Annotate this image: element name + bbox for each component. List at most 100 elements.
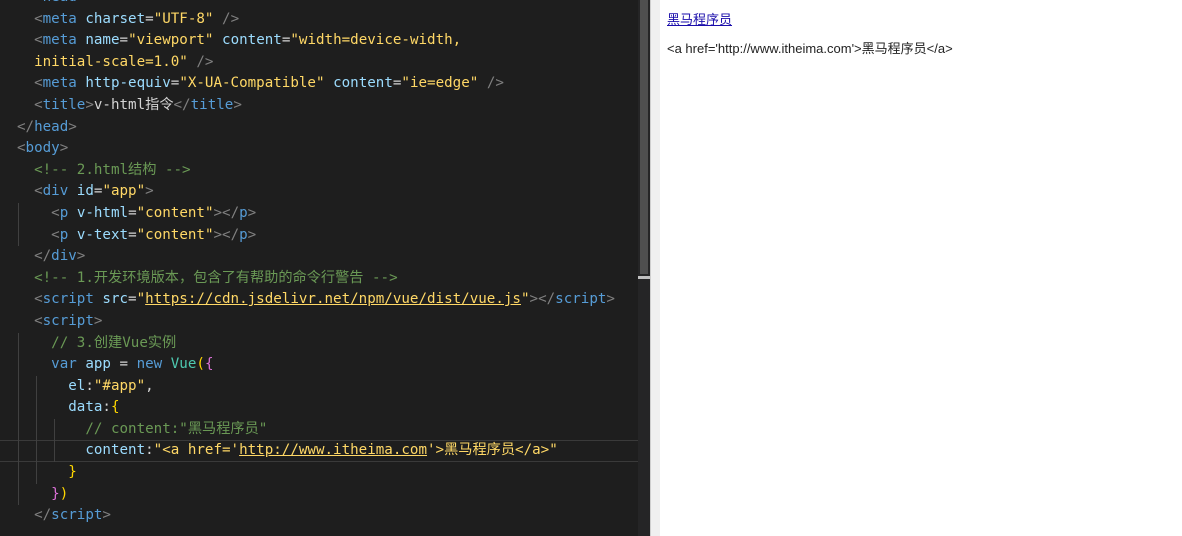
code-token: el — [17, 377, 86, 394]
code-token: src — [102, 291, 129, 308]
code-line[interactable]: <div id="app"> — [0, 181, 650, 203]
code-token: script — [42, 291, 94, 308]
code-line-content: <meta http-equiv="X-UA-Compatible" conte… — [0, 75, 504, 91]
code-token: > — [85, 96, 94, 113]
code-token: } — [17, 464, 77, 481]
code-token: , — [145, 377, 154, 394]
code-token: p — [59, 204, 69, 221]
code-line-content: <p v-html="content"></p> — [0, 205, 256, 221]
code-token: p — [239, 226, 248, 243]
code-line[interactable]: <title>v-html指令</title> — [0, 95, 650, 117]
code-token: content — [17, 442, 146, 459]
code-token: < — [17, 96, 43, 113]
code-token: < — [17, 32, 43, 49]
code-token: > — [247, 204, 257, 221]
code-line[interactable]: content:"<a href='http://www.itheima.com… — [0, 440, 650, 463]
code-token: > — [145, 183, 154, 200]
code-line[interactable]: </head> — [0, 117, 650, 139]
code-line-content: var app = new Vue({ — [0, 356, 213, 372]
code-token: script — [555, 291, 607, 308]
code-token: ></ — [213, 204, 240, 221]
code-token: '>黑马程序员</a>" — [427, 442, 558, 459]
code-token: title — [42, 96, 86, 113]
code-line-content: }) — [0, 486, 68, 502]
code-token: < — [17, 10, 43, 27]
code-token: script — [42, 312, 94, 329]
code-line[interactable]: <head> — [0, 0, 650, 9]
rendered-link[interactable]: 黑马程序员 — [667, 9, 732, 28]
code-line[interactable]: } — [0, 462, 650, 484]
code-line-content: } — [0, 464, 77, 480]
code-token: // 3.创建Vue实例 — [17, 334, 177, 351]
code-line[interactable]: var app = new Vue({ — [0, 354, 650, 376]
code-token: title — [190, 96, 234, 113]
code-token: Vue — [170, 356, 197, 373]
code-token: content — [333, 75, 393, 92]
code-line[interactable]: <!-- 2.html结构 --> — [0, 160, 650, 182]
split-view: <head> <meta charset="UTF-8" /> <meta na… — [0, 0, 1182, 536]
code-line[interactable]: <p v-html="content"></p> — [0, 202, 650, 225]
code-token: http://www.itheima.com — [239, 442, 428, 459]
code-token: "ie=edge" — [401, 75, 479, 92]
code-token: = — [128, 226, 137, 243]
code-token: div — [42, 183, 69, 200]
code-line[interactable]: initial-scale=1.0" /> — [0, 52, 650, 74]
code-lines[interactable]: <head> <meta charset="UTF-8" /> <meta na… — [0, 0, 650, 527]
code-line[interactable]: <!-- 1.开发环境版本，包含了有帮助的命令行警告 --> — [0, 268, 650, 290]
code-token: "width=device-width, — [290, 32, 462, 49]
code-line-content: el:"#app", — [0, 377, 154, 394]
code-editor[interactable]: <head> <meta charset="UTF-8" /> <meta na… — [0, 0, 650, 536]
code-token: <!-- 1.开发环境版本，包含了有帮助的命令行警告 --> — [17, 269, 398, 286]
code-token: "content" — [136, 226, 214, 243]
code-token: <!-- 2.html结构 --> — [17, 161, 191, 178]
code-line-content: <head> — [0, 0, 85, 5]
code-token: div — [51, 248, 77, 265]
code-line-content: <body> — [0, 140, 68, 156]
code-line[interactable]: el:"#app", — [0, 375, 650, 398]
code-token: ></ — [213, 226, 240, 243]
code-line[interactable]: <meta charset="UTF-8" /> — [0, 9, 650, 31]
pane-divider[interactable] — [650, 0, 660, 536]
code-line[interactable]: </script> — [0, 505, 650, 527]
code-token: > — [59, 140, 69, 157]
code-token: < — [17, 140, 26, 157]
code-token: > — [247, 226, 257, 243]
code-token: = — [110, 356, 137, 373]
code-line[interactable]: </div> — [0, 246, 650, 268]
code-token: ></ — [529, 291, 556, 308]
editor-scrollbar[interactable] — [638, 0, 650, 536]
code-token: > — [77, 0, 86, 5]
code-token: " — [520, 291, 530, 308]
code-token: < — [17, 312, 43, 329]
code-line[interactable]: <script> — [0, 311, 650, 333]
code-line[interactable]: <meta name="viewport" content="width=dev… — [0, 30, 650, 52]
code-token: = — [128, 291, 137, 308]
code-line-content: // 3.创建Vue实例 — [0, 335, 176, 351]
code-line[interactable]: <p v-text="content"></p> — [0, 224, 650, 247]
code-line-content: initial-scale=1.0" /> — [0, 54, 213, 70]
code-token: </ — [173, 96, 191, 113]
scrollbar-thumb[interactable] — [640, 0, 648, 274]
code-token: : — [145, 442, 154, 459]
code-token: > — [233, 96, 242, 113]
code-token: < — [17, 204, 60, 221]
code-line[interactable]: <meta http-equiv="X-UA-Compatible" conte… — [0, 73, 650, 95]
code-token: > — [93, 312, 103, 329]
code-line[interactable]: data:{ — [0, 397, 650, 419]
code-token: new — [136, 356, 163, 373]
code-line[interactable]: }) — [0, 483, 650, 506]
code-token: body — [25, 140, 60, 157]
code-line[interactable]: // content:"黑马程序员" — [0, 418, 650, 441]
code-token: = — [128, 204, 137, 221]
code-line[interactable]: <script src="https://cdn.jsdelivr.net/np… — [0, 289, 650, 311]
code-line[interactable]: // 3.创建Vue实例 — [0, 332, 650, 355]
code-line-content: <title>v-html指令</title> — [0, 97, 242, 113]
code-line[interactable]: <body> — [0, 138, 650, 160]
code-token: "<a href=' — [153, 442, 240, 459]
code-token: "UTF-8" — [153, 10, 214, 27]
code-token: </ — [17, 507, 52, 524]
code-line-content: <!-- 1.开发环境版本，包含了有帮助的命令行警告 --> — [0, 270, 398, 286]
code-token: v-html指令 — [93, 96, 174, 113]
